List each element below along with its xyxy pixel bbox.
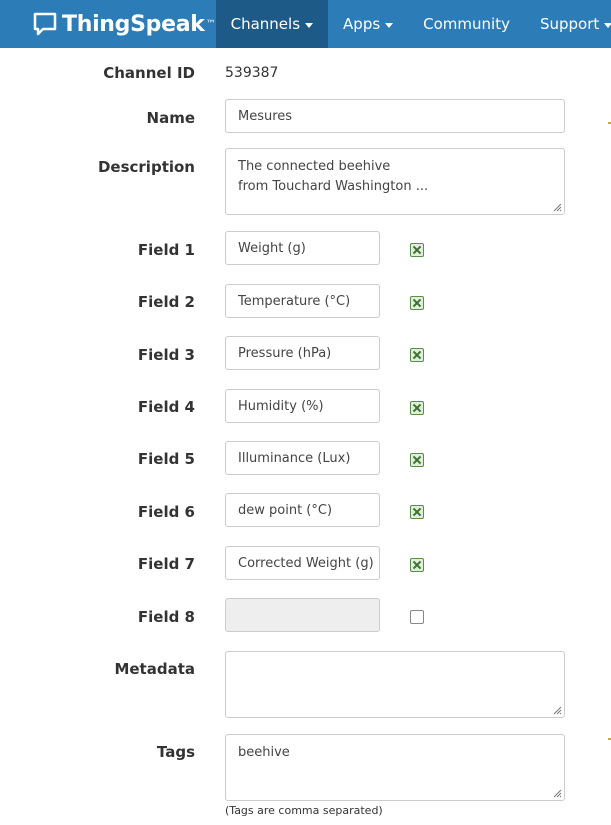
nav-apps[interactable]: Apps xyxy=(328,0,408,48)
field-4-label: Field 4 xyxy=(137,398,195,416)
field-6-checkbox[interactable] xyxy=(410,505,424,519)
nav-support[interactable]: Support xyxy=(525,0,611,48)
field-3-checkbox[interactable] xyxy=(410,348,424,362)
resize-handle-icon[interactable] xyxy=(552,705,562,715)
field-4-input[interactable]: Humidity (%) xyxy=(225,389,380,423)
chevron-down-icon xyxy=(305,22,314,28)
resize-handle-icon[interactable] xyxy=(552,202,562,212)
nav-channels[interactable]: Channels xyxy=(215,0,329,48)
field-7-label: Field 7 xyxy=(137,555,195,573)
description-line-1: The connected beehive xyxy=(238,159,391,174)
field-1-label: Field 1 xyxy=(137,241,195,259)
chat-bubble-icon xyxy=(33,12,57,36)
field-5-checkbox[interactable] xyxy=(410,453,424,467)
description-textarea[interactable]: The connected beehive from Touchard Wash… xyxy=(225,148,565,215)
channel-id-label: Channel ID xyxy=(103,64,195,82)
chevron-down-icon xyxy=(385,22,394,28)
field-6-label: Field 6 xyxy=(137,503,195,521)
field-6-value: dew point (°C) xyxy=(238,502,333,518)
tags-value: beehive xyxy=(238,745,290,760)
name-input-value: Mesures xyxy=(238,108,293,124)
field-1-checkbox[interactable] xyxy=(410,243,424,257)
name-label: Name xyxy=(146,109,195,127)
field-1-input[interactable]: Weight (g) xyxy=(225,231,380,265)
field-7-value: Corrected Weight (g) xyxy=(238,555,374,571)
brand-name: ThingSpeak xyxy=(62,11,205,37)
channel-id-value: 539387 xyxy=(225,65,279,81)
field-3-input[interactable]: Pressure (hPa) xyxy=(225,336,380,370)
field-2-input[interactable]: Temperature (°C) xyxy=(225,284,380,318)
top-navbar: ThingSpeak ™ Channels Apps Community Supp… xyxy=(0,0,611,48)
nav-support-label: Support xyxy=(539,15,600,33)
field-5-value: Illuminance (Lux) xyxy=(238,450,351,466)
field-3-value: Pressure (hPa) xyxy=(238,345,332,361)
resize-handle-icon[interactable] xyxy=(552,788,562,798)
nav-community[interactable]: Community xyxy=(408,0,525,48)
field-2-label: Field 2 xyxy=(137,293,195,311)
field-2-checkbox[interactable] xyxy=(410,296,424,310)
field-8-input[interactable] xyxy=(225,598,380,632)
field-8-checkbox[interactable] xyxy=(410,610,424,624)
field-8-label: Field 8 xyxy=(137,608,195,626)
nav-apps-label: Apps xyxy=(343,15,381,33)
field-1-value: Weight (g) xyxy=(238,240,306,256)
nav-channels-label: Channels xyxy=(230,15,301,33)
field-6-input[interactable]: dew point (°C) xyxy=(225,493,380,527)
description-line-2: from Touchard Washington ... xyxy=(238,179,429,194)
metadata-label: Metadata xyxy=(114,660,195,678)
chevron-down-icon xyxy=(604,22,611,28)
field-3-label: Field 3 xyxy=(137,346,195,364)
field-7-checkbox[interactable] xyxy=(410,558,424,572)
field-4-value: Humidity (%) xyxy=(238,398,324,414)
field-5-label: Field 5 xyxy=(137,450,195,468)
tags-label: Tags xyxy=(156,743,195,761)
field-4-checkbox[interactable] xyxy=(410,401,424,415)
description-label: Description xyxy=(97,158,195,176)
tags-textarea[interactable]: beehive xyxy=(225,734,565,801)
field-7-input[interactable]: Corrected Weight (g) xyxy=(225,546,380,580)
name-input[interactable]: Mesures xyxy=(225,99,565,133)
metadata-textarea[interactable] xyxy=(225,651,565,718)
tags-hint: (Tags are comma separated) xyxy=(225,804,383,817)
brand-trademark: ™ xyxy=(205,18,216,30)
nav-community-label: Community xyxy=(423,15,510,33)
field-2-value: Temperature (°C) xyxy=(238,293,351,309)
brand-logo[interactable]: ThingSpeak ™ xyxy=(0,0,216,48)
field-5-input[interactable]: Illuminance (Lux) xyxy=(225,441,380,475)
